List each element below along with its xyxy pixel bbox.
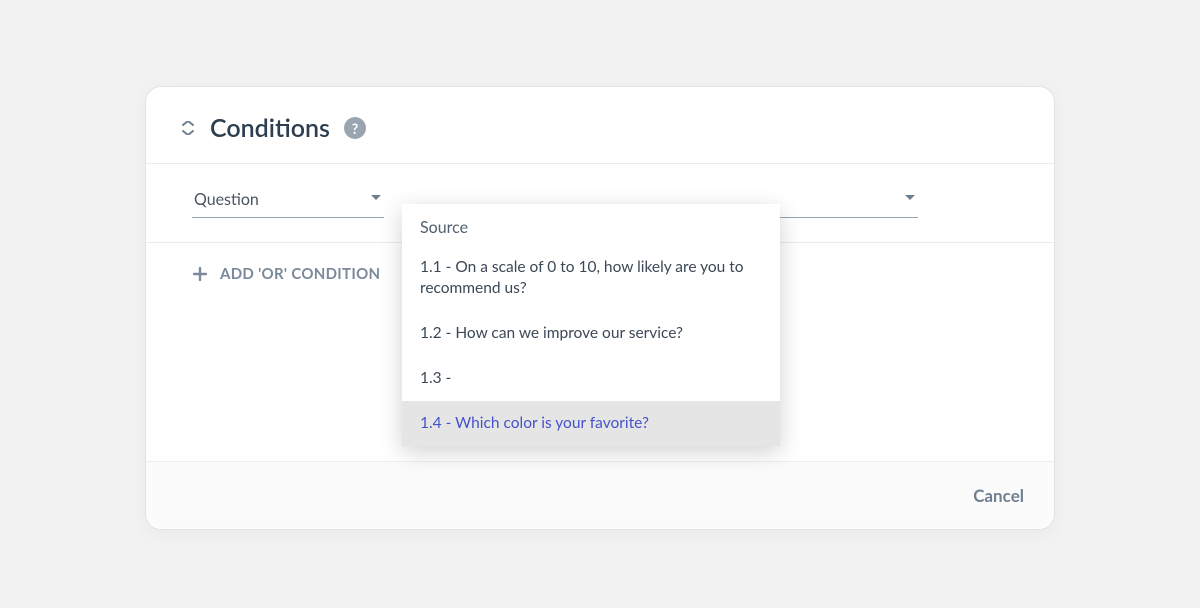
conditions-panel: Conditions ? Question Source 1.1 - On a … [145,86,1055,530]
caret-down-icon [904,194,916,202]
add-or-label: ADD 'OR' CONDITION [220,265,380,283]
caret-down-icon [370,194,382,202]
panel-title: Conditions [210,113,330,143]
dropdown-option[interactable]: 1.4 - Which color is your favorite? [402,401,780,446]
condition-row: Question Source 1.1 - On a scale of 0 to… [146,163,1054,243]
dropdown-option[interactable]: 1.3 - [402,356,780,401]
source-dropdown: Source 1.1 - On a scale of 0 to 10, how … [402,204,780,446]
cancel-button[interactable]: Cancel [973,485,1024,506]
question-select-value: Question [194,190,259,209]
collapse-icon[interactable] [180,121,196,135]
dropdown-option[interactable]: 1.1 - On a scale of 0 to 10, how likely … [402,245,780,311]
question-select[interactable]: Question [192,186,384,218]
dropdown-option[interactable]: 1.2 - How can we improve our service? [402,311,780,356]
panel-footer: Cancel [146,461,1054,529]
dropdown-group-label: Source [402,208,780,245]
help-icon[interactable]: ? [344,117,366,139]
plus-icon [192,266,208,282]
panel-header: Conditions ? [146,87,1054,163]
